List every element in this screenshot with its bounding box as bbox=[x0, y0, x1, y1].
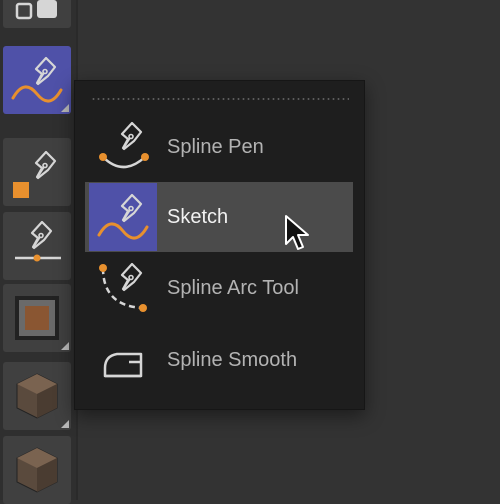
toolbar-cube-button[interactable] bbox=[3, 436, 71, 504]
mouse-cursor-icon bbox=[285, 215, 309, 250]
toolbar-pen-square-button[interactable] bbox=[3, 138, 71, 206]
pen-line-icon bbox=[15, 220, 61, 262]
toolbar-pen-line-button[interactable] bbox=[3, 212, 71, 280]
tool-flyout-menu: Spline Pen Sketch Spline Arc Tool Spline… bbox=[74, 80, 365, 410]
spline-arc-tool-icon bbox=[89, 254, 157, 322]
toolbar-layout-button[interactable] bbox=[3, 0, 71, 28]
menu-item-spline-smooth[interactable]: Spline Smooth bbox=[85, 325, 353, 395]
menu-item-label: Sketch bbox=[167, 206, 229, 228]
left-toolbar bbox=[0, 0, 76, 504]
tearoff-grip[interactable] bbox=[91, 98, 349, 100]
menu-item-spline-arc-tool[interactable]: Spline Arc Tool bbox=[85, 253, 353, 323]
menu-item-label: Spline Arc Tool bbox=[167, 277, 299, 299]
menu-item-sketch[interactable]: Sketch bbox=[85, 182, 353, 252]
spline-pen-icon bbox=[89, 113, 157, 181]
spline-smooth-icon bbox=[89, 326, 157, 394]
flyout-indicator bbox=[61, 342, 69, 350]
cube-icon bbox=[16, 447, 58, 493]
layout-icon bbox=[15, 0, 57, 20]
pen-square-icon bbox=[13, 150, 57, 198]
sketch-icon bbox=[89, 183, 157, 251]
menu-item-spline-pen[interactable]: Spline Pen bbox=[85, 112, 353, 182]
toolbar-square-frame-button[interactable] bbox=[3, 284, 71, 352]
menu-item-label: Spline Smooth bbox=[167, 349, 298, 371]
menu-item-label: Spline Pen bbox=[167, 136, 264, 158]
toolbar-sketch-button[interactable] bbox=[3, 46, 71, 114]
flyout-indicator bbox=[61, 420, 69, 428]
toolbar-cube-button[interactable] bbox=[3, 362, 71, 430]
flyout-indicator bbox=[61, 104, 69, 112]
